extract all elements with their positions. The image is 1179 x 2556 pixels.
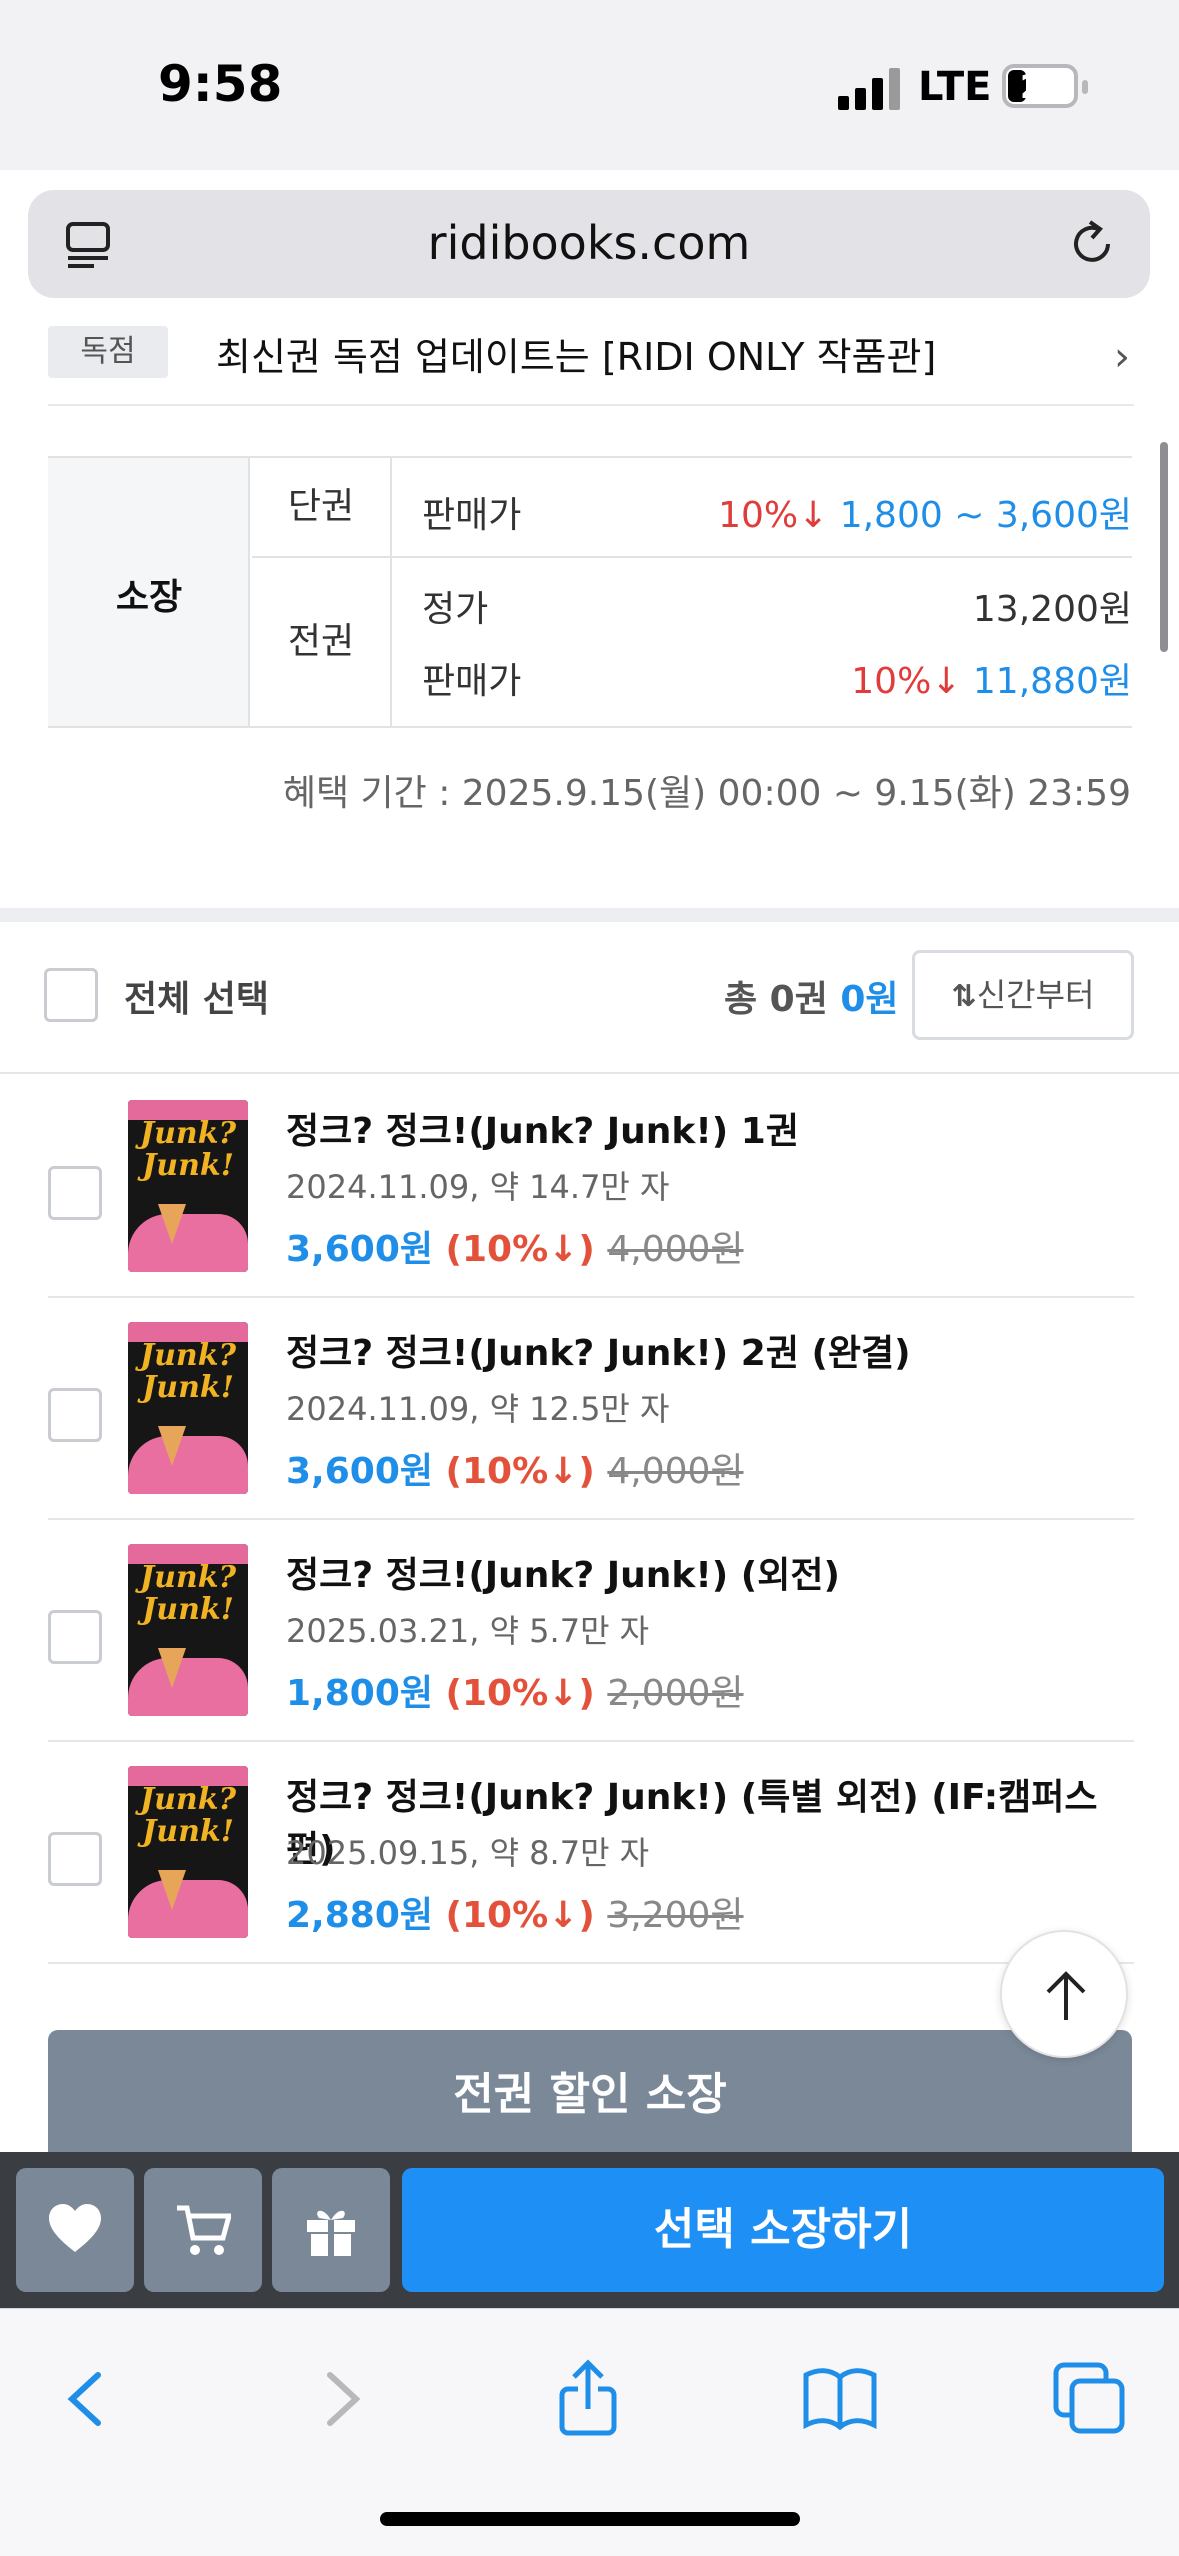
section-divider — [0, 908, 1179, 922]
bookmarks-icon[interactable] — [800, 2359, 880, 2439]
book-meta: 2025.09.15, 약 8.7만 자 — [286, 1834, 650, 1872]
address-bar[interactable]: ridibooks.com — [28, 190, 1150, 298]
scrollbar[interactable] — [1160, 442, 1168, 652]
select-all-label[interactable]: 전체 선택 — [124, 970, 269, 1022]
gift-button[interactable] — [272, 2168, 390, 2292]
book-meta: 2024.11.09, 약 12.5만 자 — [286, 1390, 670, 1428]
book-checkbox[interactable] — [48, 1166, 102, 1220]
signal-icon — [838, 66, 900, 110]
full-list-label: 정가 — [422, 589, 489, 630]
full-price: 10%↓ 11,880원 — [851, 652, 1132, 704]
single-discount: 10%↓ — [718, 495, 829, 536]
book-original-price: 4,000원 — [607, 1451, 744, 1492]
notice-text[interactable]: 최신권 독점 업데이트는 [RIDI ONLY 작품관] — [216, 326, 936, 381]
book-sale-price: 3,600원 — [286, 1229, 433, 1270]
single-sale-label: 판매가 — [422, 495, 522, 536]
book-checkbox[interactable] — [48, 1610, 102, 1664]
single-volume-label: 단권 — [252, 458, 392, 556]
own-label: 소장 — [115, 577, 183, 618]
status-time: 9:58 — [158, 55, 283, 113]
book-cover[interactable]: Junk? Junk! — [128, 1322, 248, 1494]
own-cell: 소장 — [48, 458, 250, 726]
reload-icon[interactable] — [1064, 216, 1120, 272]
cart-icon — [177, 2205, 231, 2255]
book-sale-price: 2,880원 — [286, 1895, 433, 1936]
benefit-period: 혜택 기간 : 2025.9.15(월) 00:00 ~ 9.15(화) 23:… — [282, 773, 1131, 814]
forward-icon[interactable] — [300, 2359, 380, 2439]
sort-button[interactable]: ⇅신간부터 — [912, 950, 1134, 1040]
heart-icon — [49, 2204, 101, 2252]
book-original-price: 3,200원 — [607, 1895, 744, 1936]
scroll-top-button[interactable] — [1000, 1930, 1128, 2058]
book-title[interactable]: 정크? 정크!(Junk? Junk!) 1권 — [286, 1102, 799, 1154]
total-count: 총 0권 — [724, 979, 828, 1020]
book-price: 2,880원 (10%↓) 3,200원 — [286, 1886, 744, 1938]
single-price-range: 1,800 ~ 3,600원 — [839, 495, 1132, 536]
book-item[interactable]: Junk? Junk! 정크? 정크!(Junk? Junk!) (특별 외전)… — [48, 1742, 1134, 1964]
wishlist-button[interactable] — [16, 2168, 134, 2292]
back-icon[interactable] — [48, 2359, 128, 2439]
cover-title: Junk? Junk! — [139, 1560, 237, 1627]
book-title[interactable]: 정크? 정크!(Junk? Junk!) 2권 (완결) — [286, 1324, 911, 1376]
selection-total: 총 0권 0원 — [724, 970, 899, 1022]
book-discount: (10%↓) — [445, 1895, 595, 1936]
full-discount: 10%↓ — [851, 661, 962, 702]
battery-icon: 21 — [1002, 64, 1088, 108]
url-text[interactable]: ridibooks.com — [28, 216, 1150, 270]
exclusive-notice[interactable]: 독점 최신권 독점 업데이트는 [RIDI ONLY 작품관] › — [48, 318, 1134, 406]
book-item[interactable]: Junk? Junk! 정크? 정크!(Junk? Junk!) 2권 (완결)… — [48, 1298, 1134, 1520]
book-price: 1,800원 (10%↓) 2,000원 — [286, 1664, 744, 1716]
arrow-up-icon — [1046, 1971, 1086, 2020]
book-meta: 2025.03.21, 약 5.7만 자 — [286, 1612, 650, 1650]
book-discount: (10%↓) — [445, 1229, 595, 1270]
book-discount: (10%↓) — [445, 1451, 595, 1492]
chevron-right-icon[interactable]: › — [1114, 334, 1130, 380]
book-cover[interactable]: Junk? Junk! — [128, 1544, 248, 1716]
home-indicator — [380, 2512, 800, 2526]
cart-button[interactable] — [144, 2168, 262, 2292]
book-cover[interactable]: Junk? Junk! — [128, 1766, 248, 1938]
full-list-price: 13,200원 — [972, 589, 1132, 630]
full-sale-label: 판매가 — [422, 661, 522, 702]
select-purchase-button[interactable]: 선택 소장하기 — [402, 2168, 1164, 2292]
book-meta: 2024.11.09, 약 14.7만 자 — [286, 1168, 670, 1206]
select-all-checkbox[interactable] — [44, 968, 98, 1022]
book-item[interactable]: Junk? Junk! 정크? 정크!(Junk? Junk!) (외전) 20… — [48, 1520, 1134, 1742]
book-price: 3,600원 (10%↓) 4,000원 — [286, 1442, 744, 1494]
book-cover[interactable]: Junk? Junk! — [128, 1100, 248, 1272]
sort-icon: ⇅ — [951, 979, 977, 1014]
tabs-overview-icon[interactable] — [1050, 2359, 1130, 2439]
book-price: 3,600원 (10%↓) 4,000원 — [286, 1220, 744, 1272]
book-sale-price: 1,800원 — [286, 1673, 433, 1714]
battery-level: 21 — [1020, 68, 1065, 106]
book-checkbox[interactable] — [48, 1832, 102, 1886]
book-discount: (10%↓) — [445, 1673, 595, 1714]
share-icon[interactable] — [548, 2359, 628, 2439]
total-amount: 0원 — [840, 979, 899, 1020]
cover-title: Junk? Junk! — [139, 1338, 237, 1405]
gift-icon — [307, 2210, 355, 2256]
price-table: 소장 단권 전권 판매가 10%↓ 1,800 ~ 3,600원 정가 13,2… — [48, 456, 1132, 728]
exclusive-badge: 독점 — [48, 326, 168, 378]
book-original-price: 4,000원 — [607, 1229, 744, 1270]
purchase-action-bar: 선택 소장하기 — [0, 2152, 1179, 2308]
full-discount-purchase-button[interactable]: 전권 할인 소장 — [48, 2030, 1132, 2170]
full-sale-price: 11,880원 — [972, 661, 1132, 702]
cover-title: Junk? Junk! — [139, 1782, 237, 1849]
cover-title: Junk? Junk! — [139, 1116, 237, 1183]
book-title[interactable]: 정크? 정크!(Junk? Junk!) (외전) — [286, 1546, 840, 1598]
book-sale-price: 3,600원 — [286, 1451, 433, 1492]
network-label: LTE — [918, 64, 992, 110]
status-bar: 9:58 LTE 21 — [0, 0, 1179, 170]
book-original-price: 2,000원 — [607, 1673, 744, 1714]
sort-label: 신간부터 — [976, 976, 1095, 1014]
book-checkbox[interactable] — [48, 1388, 102, 1442]
single-price: 10%↓ 1,800 ~ 3,600원 — [718, 486, 1132, 538]
book-item[interactable]: Junk? Junk! 정크? 정크!(Junk? Junk!) 1권 2024… — [48, 1076, 1134, 1298]
full-set-label: 전권 — [252, 558, 392, 726]
